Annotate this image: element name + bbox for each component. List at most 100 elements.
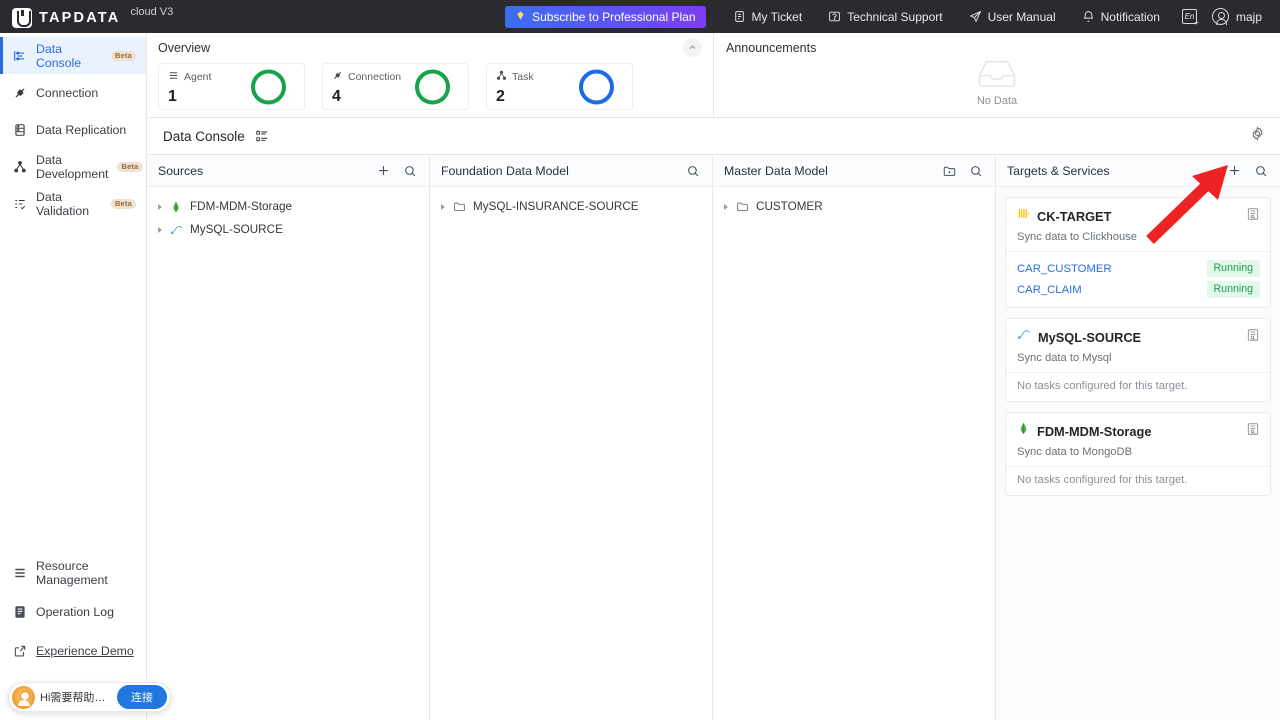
target-card-mysql-source-title-row: MySQL-SOURCE (1017, 328, 1260, 346)
app-root: TAPDATA cloud V3 Subscribe to Profession… (0, 0, 1280, 720)
sidebar-label-connection: Connection (36, 85, 99, 100)
sidebar-item-connection[interactable]: Connection (0, 74, 146, 111)
target-tasks-fdm-mdm-storage: No tasks configured for this target. (1006, 466, 1270, 495)
caret-icon[interactable] (441, 203, 445, 210)
notification-button[interactable]: Notification (1069, 0, 1173, 33)
tree-item-mysql-insurance-source[interactable]: MySQL-INSURANCE-SOURCE (430, 195, 712, 218)
task-name-car-customer[interactable]: CAR_CUSTOMER (1017, 263, 1112, 275)
sidebar-item-data-validation[interactable]: Data Validation Beta (0, 185, 146, 222)
console-icon (12, 48, 27, 63)
announcements-empty-state: No Data (726, 58, 1268, 107)
sidebar: Data Console Beta Connection Data Replic (0, 33, 171, 720)
paper-plane-icon (969, 10, 982, 23)
master-title: Master Data Model (724, 163, 828, 178)
foundation-header: Foundation Data Model (430, 155, 712, 187)
plug-icon (12, 85, 27, 100)
tree-item-mysql-source[interactable]: MySQL-SOURCE (147, 218, 429, 241)
target-preview-icon-mysql-source[interactable] (1246, 328, 1260, 347)
technical-support-button[interactable]: Technical Support (815, 0, 955, 33)
stat-card-agent-label: Agent (184, 71, 212, 83)
language-icon: En (1181, 9, 1199, 27)
add-source-button[interactable] (376, 163, 391, 178)
column-targets-services: Targets & Services CK-TARGET Sync data t… (996, 155, 1280, 720)
sidebar-item-resource-management[interactable]: Resource Management (0, 553, 146, 592)
brand-subtitle: cloud V3 (130, 6, 174, 18)
badge-beta-data-console: Beta (110, 50, 136, 61)
tree-label-mysql-source: MySQL-SOURCE (190, 223, 283, 236)
search-targets-icon[interactable] (1254, 164, 1268, 178)
page-title: Data Console (163, 128, 245, 144)
my-ticket-button[interactable]: My Ticket (720, 0, 816, 33)
chat-message: Hi需要帮助吗... (40, 692, 112, 704)
language-switcher-button[interactable]: En (1173, 9, 1206, 27)
badge-beta-data-validation: Beta (110, 198, 136, 209)
brand-logo[interactable]: TAPDATA cloud V3 (12, 5, 173, 28)
status-badge: Running (1206, 259, 1260, 278)
avatar (1211, 8, 1229, 25)
master-actions (942, 164, 983, 178)
announcements-empty-text: No Data (976, 95, 1018, 107)
sidebar-primary-nav: Data Console Beta Connection Data Replic (0, 33, 146, 222)
stat-card-connection[interactable]: Connection 4 (322, 63, 469, 110)
sidebar-label-experience-demo: Experience Demo (36, 643, 134, 658)
caret-icon[interactable] (158, 203, 162, 210)
add-target-button[interactable] (1227, 163, 1242, 178)
technical-support-label: Technical Support (847, 9, 943, 24)
user-menu[interactable]: majp (1206, 8, 1270, 25)
top-bar: TAPDATA cloud V3 Subscribe to Profession… (0, 0, 1280, 33)
master-tree: CUSTOMER (713, 187, 995, 720)
stat-card-task[interactable]: Task 2 (486, 63, 633, 110)
view-mode-toggle-button[interactable] (255, 129, 269, 143)
tree-item-customer[interactable]: CUSTOMER (713, 195, 995, 218)
chat-widget[interactable]: Hi需要帮助吗... 连接 (8, 682, 171, 712)
nodes-icon (12, 159, 27, 174)
folder-icon (452, 200, 466, 214)
foundation-tree: MySQL-INSURANCE-SOURCE (430, 187, 712, 720)
targets-list: CK-TARGET Sync data to Clickhouse CAR_CU… (996, 187, 1280, 720)
folder-icon (735, 200, 749, 214)
console-settings-button[interactable] (1250, 126, 1265, 146)
target-card-ck-target-title-row: CK-TARGET (1017, 207, 1260, 225)
sidebar-item-data-console[interactable]: Data Console Beta (0, 37, 146, 74)
nodes-icon (496, 68, 507, 86)
table-row[interactable]: CAR_CLAIM Running (1017, 280, 1260, 299)
subscribe-button[interactable]: Subscribe to Professional Plan (505, 5, 706, 28)
checklist-icon (12, 196, 27, 211)
search-foundation-icon[interactable] (686, 164, 700, 178)
caret-icon[interactable] (158, 226, 162, 233)
overview-cards: Agent 1 Connection 4 Task 2 (158, 63, 701, 110)
task-name-car-claim[interactable]: CAR_CLAIM (1017, 284, 1082, 296)
search-sources-icon[interactable] (403, 164, 417, 178)
target-card-fdm-mdm-storage[interactable]: FDM-MDM-Storage Sync data to MongoDB No … (1005, 412, 1271, 496)
targets-header: Targets & Services (996, 155, 1280, 187)
connection-ring-gauge (415, 69, 450, 104)
sidebar-item-operation-log[interactable]: Operation Log (0, 592, 146, 631)
target-card-ck-target[interactable]: CK-TARGET Sync data to Clickhouse CAR_CU… (1005, 197, 1271, 308)
tree-item-fdm-mdm-storage[interactable]: FDM-MDM-Storage (147, 195, 429, 218)
stat-card-task-value: 2 (496, 88, 505, 105)
announcements-title: Announcements (726, 41, 817, 55)
target-preview-icon-fdm-mdm-storage[interactable] (1246, 422, 1260, 441)
user-manual-label: User Manual (987, 9, 1056, 24)
stat-card-agent[interactable]: Agent 1 (158, 63, 305, 110)
chat-connect-button[interactable]: 连接 (117, 685, 167, 709)
target-preview-icon-ck-target[interactable] (1246, 207, 1260, 226)
layers-icon (12, 565, 27, 580)
sidebar-item-experience-demo[interactable]: Experience Demo (0, 631, 146, 670)
sidebar-item-data-development[interactable]: Data Development Beta (0, 148, 146, 185)
foundation-actions (686, 164, 700, 178)
target-card-mysql-source[interactable]: MySQL-SOURCE Sync data to Mysql No tasks… (1005, 318, 1271, 402)
new-folder-button[interactable] (942, 164, 957, 178)
sidebar-item-data-replication[interactable]: Data Replication (0, 111, 146, 148)
table-row[interactable]: CAR_CUSTOMER Running (1017, 259, 1260, 278)
user-manual-button[interactable]: User Manual (956, 0, 1069, 33)
data-console-header: Data Console (147, 118, 1280, 155)
caret-icon[interactable] (724, 203, 728, 210)
ticket-icon (733, 10, 746, 23)
targets-actions (1227, 163, 1268, 178)
overview-title: Overview (158, 41, 211, 55)
search-master-icon[interactable] (969, 164, 983, 178)
user-name: majp (1235, 9, 1262, 24)
clickhouse-icon (1017, 207, 1030, 225)
collapse-overview-button[interactable] (683, 38, 702, 57)
